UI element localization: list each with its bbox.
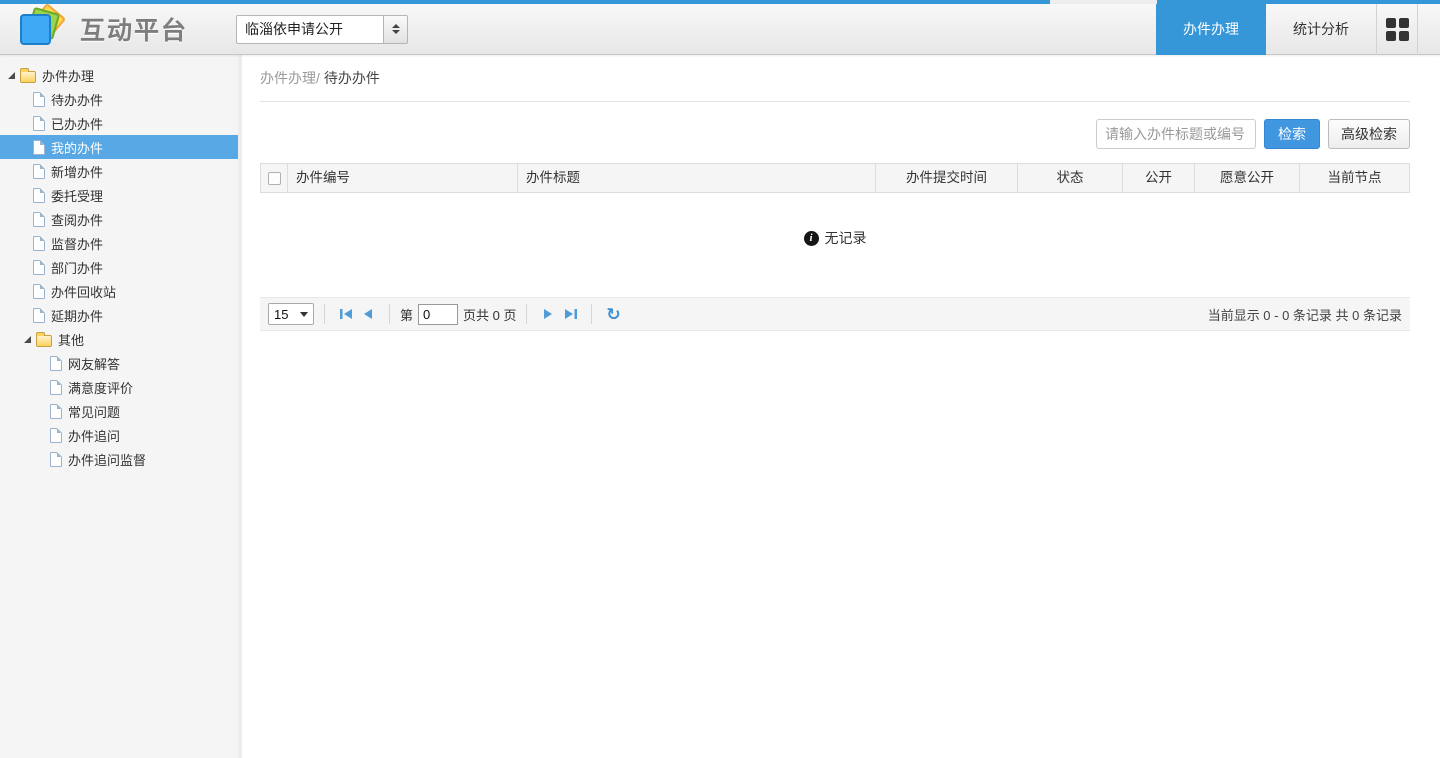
column-header-item-title[interactable]: 办件标题 <box>518 164 876 192</box>
file-icon <box>33 260 45 275</box>
file-icon <box>50 380 62 395</box>
sidebar-item-review[interactable]: 查阅办件 <box>0 207 238 231</box>
table-header-row: 办件编号 办件标题 办件提交时间 状态 公开 愿意公开 当前节点 <box>260 163 1410 193</box>
file-icon <box>33 188 45 203</box>
sidebar-item-banjian-banli[interactable]: 办件办理 <box>0 63 238 87</box>
apps-menu-button[interactable] <box>1377 4 1417 55</box>
site-select-value[interactable]: 临淄依申请公开 <box>236 15 384 44</box>
page-total-label: 页共 0 页 <box>463 305 516 324</box>
file-icon <box>33 212 45 227</box>
breadcrumb: 办件办理/待办办件 <box>260 70 1410 86</box>
sidebar-item-new[interactable]: 新增办件 <box>0 159 238 183</box>
page-size-select[interactable]: 15 <box>268 303 314 325</box>
last-page-button[interactable] <box>559 303 581 325</box>
sidebar-item-satisfaction[interactable]: 满意度评价 <box>0 375 238 399</box>
file-icon <box>33 308 45 323</box>
breadcrumb-parent: 办件办理/ <box>260 70 320 86</box>
file-icon <box>33 236 45 251</box>
file-icon <box>50 404 62 419</box>
sidebar-item-delayed[interactable]: 延期办件 <box>0 303 238 327</box>
file-icon <box>50 428 62 443</box>
column-header-status[interactable]: 状态 <box>1018 164 1123 192</box>
sidebar-item-my-items[interactable]: 我的办件 <box>0 135 238 159</box>
refresh-icon: ↻ <box>606 306 620 323</box>
site-select-spinner-icon[interactable] <box>384 15 408 44</box>
prev-page-button[interactable] <box>357 303 379 325</box>
page-number-input[interactable] <box>418 304 458 325</box>
select-all-checkbox[interactable] <box>268 172 281 185</box>
search-button[interactable]: 检索 <box>1264 119 1320 149</box>
column-header-submit-time[interactable]: 办件提交时间 <box>876 164 1018 192</box>
tree-expand-icon[interactable] <box>8 72 15 79</box>
column-header-item-number[interactable]: 办件编号 <box>288 164 518 192</box>
file-icon <box>33 140 45 155</box>
app-logo-icon <box>18 7 72 51</box>
logo-blue-sheet <box>20 14 51 45</box>
sidebar-item-faq[interactable]: 常见问题 <box>0 399 238 423</box>
next-page-button[interactable] <box>537 303 559 325</box>
sidebar-tree: 办件办理 待办办件 已办办件 我的办件 新增办件 委托受理 查阅办件 监督办件 <box>0 55 242 758</box>
main-content: 办件办理/待办办件 检索 高级检索 办件编号 办件标题 办件提交时间 状态 公开… <box>242 55 1440 758</box>
file-icon <box>50 356 62 371</box>
app-title: 互动平台 <box>80 11 188 47</box>
pager-divider <box>526 304 527 324</box>
file-icon <box>33 116 45 131</box>
records-summary: 当前显示 0 - 0 条记录 共 0 条记录 <box>1208 305 1402 324</box>
sidebar-item-others[interactable]: 其他 <box>0 327 238 351</box>
app-header: 互动平台 临淄依申请公开 办件办理 统计分析 <box>0 4 1440 55</box>
column-header-current-node[interactable]: 当前节点 <box>1300 164 1409 192</box>
file-icon <box>50 452 62 467</box>
file-icon <box>33 164 45 179</box>
refresh-button[interactable]: ↻ <box>602 303 624 325</box>
page-label: 第 <box>400 305 413 324</box>
breadcrumb-divider <box>260 101 1410 102</box>
file-icon <box>33 284 45 299</box>
tree-expand-icon[interactable] <box>24 336 31 343</box>
grid-icon <box>1386 18 1409 41</box>
sidebar-item-followup-supervise[interactable]: 办件追问监督 <box>0 447 238 471</box>
sidebar-item-pending[interactable]: 待办办件 <box>0 87 238 111</box>
pager-divider <box>591 304 592 324</box>
sidebar-item-followup[interactable]: 办件追问 <box>0 423 238 447</box>
sidebar-item-netizen-answers[interactable]: 网友解答 <box>0 351 238 375</box>
spinner-up-icon <box>392 24 400 28</box>
empty-state: i 无记录 <box>260 230 1410 246</box>
column-header-willing-public[interactable]: 愿意公开 <box>1195 164 1300 192</box>
empty-text: 无记录 <box>825 228 867 248</box>
sidebar-item-done[interactable]: 已办办件 <box>0 111 238 135</box>
first-page-button[interactable] <box>335 303 357 325</box>
folder-icon <box>36 335 52 347</box>
pager-divider <box>324 304 325 324</box>
search-toolbar: 检索 高级检索 <box>260 119 1410 149</box>
pager-divider <box>389 304 390 324</box>
folder-icon <box>20 71 36 83</box>
tab-tongji-fenxi[interactable]: 统计分析 <box>1266 4 1376 55</box>
search-input[interactable] <box>1096 119 1256 149</box>
file-icon <box>33 92 45 107</box>
spinner-down-icon <box>392 30 400 34</box>
tab-banjian-banli[interactable]: 办件办理 <box>1156 4 1266 55</box>
sidebar-item-department[interactable]: 部门办件 <box>0 255 238 279</box>
sidebar-item-recycle-bin[interactable]: 办件回收站 <box>0 279 238 303</box>
sidebar-item-entrusted[interactable]: 委托受理 <box>0 183 238 207</box>
page-size-value: 15 <box>274 307 288 322</box>
info-icon: i <box>804 231 819 246</box>
chevron-down-icon <box>300 312 308 317</box>
pagination-bar: 15 第 页共 0 页 <box>260 297 1410 331</box>
advanced-search-button[interactable]: 高级检索 <box>1328 119 1410 149</box>
breadcrumb-current: 待办办件 <box>324 70 380 86</box>
header-checkbox-cell <box>261 164 288 192</box>
header-end-pad <box>1418 4 1440 55</box>
site-select[interactable]: 临淄依申请公开 <box>236 15 408 44</box>
sidebar-item-supervise[interactable]: 监督办件 <box>0 231 238 255</box>
column-header-public[interactable]: 公开 <box>1123 164 1195 192</box>
pager-controls: 15 第 页共 0 页 <box>268 303 624 325</box>
